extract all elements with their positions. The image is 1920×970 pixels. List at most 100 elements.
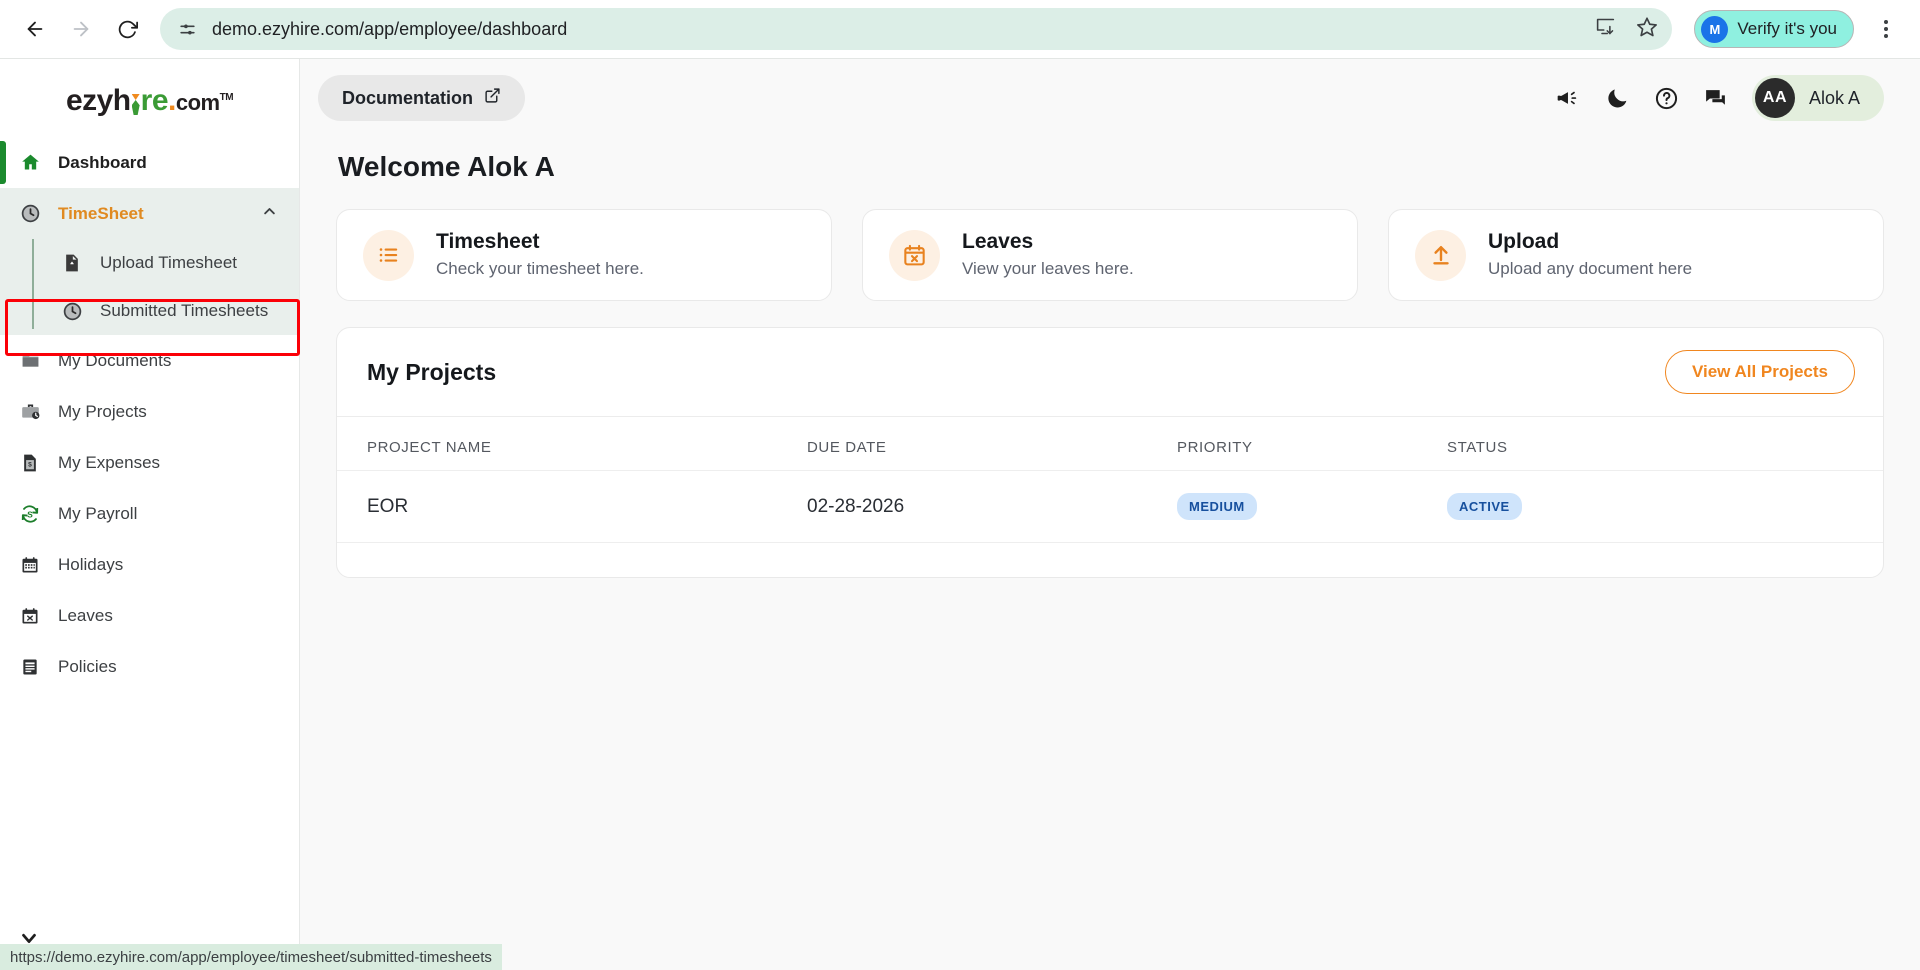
card-leaves[interactable]: Leaves View your leaves here. bbox=[862, 209, 1358, 301]
sidebar-item-my-payroll[interactable]: S My Payroll bbox=[0, 488, 299, 539]
sidebar-item-my-expenses[interactable]: $ My Expenses bbox=[0, 437, 299, 488]
status-url-text: https://demo.ezyhire.com/app/employee/ti… bbox=[10, 948, 492, 966]
sidebar-submenu-timesheet: Upload Timesheet Submitted Timesheets bbox=[0, 239, 299, 335]
verify-its-you-button[interactable]: M Verify it's you bbox=[1694, 10, 1854, 48]
folder-icon bbox=[18, 349, 42, 373]
browser-status-bar: https://demo.ezyhire.com/app/employee/ti… bbox=[0, 944, 502, 970]
avatar: AA bbox=[1754, 78, 1795, 118]
sidebar-item-label: My Expenses bbox=[58, 452, 161, 472]
user-name: Alok A bbox=[1808, 87, 1860, 108]
sidebar-item-leaves[interactable]: Leaves bbox=[0, 590, 299, 641]
sidebar-item-label: Leaves bbox=[58, 605, 113, 625]
sidebar-item-label: Policies bbox=[58, 656, 117, 676]
external-link-icon bbox=[484, 87, 501, 109]
moon-icon[interactable] bbox=[1605, 86, 1630, 111]
column-header-due-date: DUE DATE bbox=[807, 439, 887, 456]
card-timesheet[interactable]: Timesheet Check your timesheet here. bbox=[336, 209, 832, 301]
document-lines-icon bbox=[18, 655, 42, 679]
cell-status: ACTIVE bbox=[1447, 470, 1883, 543]
app-topbar: Documentation AA Alok A bbox=[300, 59, 1920, 137]
card-upload[interactable]: Upload Upload any document here bbox=[1388, 209, 1884, 301]
sidebar-item-upload-timesheet[interactable]: Upload Timesheet bbox=[0, 239, 299, 287]
install-app-icon[interactable] bbox=[1595, 16, 1616, 42]
sidebar-item-label: Submitted Timesheets bbox=[100, 301, 269, 321]
logo-part-2: re bbox=[140, 84, 169, 117]
card-subtitle: View your leaves here. bbox=[962, 258, 1134, 278]
back-button[interactable] bbox=[14, 8, 56, 50]
reload-button[interactable] bbox=[106, 8, 148, 50]
sidebar-item-label: Upload Timesheet bbox=[100, 253, 238, 273]
my-projects-panel: My Projects View All Projects PROJECT NA… bbox=[336, 327, 1884, 578]
upload-arrow-icon bbox=[1415, 229, 1466, 281]
help-circle-icon[interactable] bbox=[1654, 86, 1679, 111]
site-settings-icon[interactable] bbox=[174, 16, 200, 42]
card-subtitle: Check your timesheet here. bbox=[436, 258, 644, 278]
megaphone-icon[interactable] bbox=[1556, 86, 1581, 111]
svg-text:$: $ bbox=[28, 461, 32, 468]
receipt-dollar-icon: $ bbox=[18, 451, 42, 475]
logo-com: com bbox=[175, 90, 220, 115]
logo-part-1: ezyh bbox=[65, 84, 131, 117]
profile-avatar-icon: M bbox=[1701, 15, 1729, 43]
sidebar-item-label: Holidays bbox=[58, 554, 124, 574]
panel-title: My Projects bbox=[367, 358, 497, 385]
svg-text:S: S bbox=[27, 510, 33, 519]
sidebar-item-my-documents[interactable]: My Documents bbox=[0, 335, 299, 386]
url-text: demo.ezyhire.com/app/employee/dashboard bbox=[212, 18, 568, 39]
topbar-actions: AA Alok A bbox=[1556, 75, 1884, 121]
sidebar-item-submitted-timesheets[interactable]: Submitted Timesheets bbox=[0, 287, 299, 335]
sidebar-group-label: TimeSheet bbox=[58, 203, 144, 223]
sidebar: ezyh re. com TM Dashboard TimeSheet Uplo… bbox=[0, 59, 300, 970]
calendar-x-icon bbox=[18, 604, 42, 628]
address-bar[interactable]: demo.ezyhire.com/app/employee/dashboard bbox=[160, 8, 1673, 50]
sidebar-item-label: My Documents bbox=[58, 350, 172, 370]
chevron-up-icon[interactable] bbox=[262, 204, 277, 224]
page-title: Welcome Alok A bbox=[338, 151, 555, 182]
file-upload-icon bbox=[60, 251, 84, 275]
column-header-priority: PRIORITY bbox=[1177, 439, 1253, 456]
briefcase-clock-icon bbox=[18, 400, 42, 424]
sidebar-item-my-projects[interactable]: My Projects bbox=[0, 386, 299, 437]
table-body: EOR 02-28-2026 MEDIUM ACTIVE bbox=[337, 470, 1883, 543]
sidebar-nav: Dashboard TimeSheet Upload Timesheet Sub… bbox=[0, 137, 299, 692]
table-header: PROJECT NAME DUE DATE PRIORITY STATUS bbox=[337, 417, 1883, 471]
app-logo[interactable]: ezyh re. com TM bbox=[0, 59, 299, 137]
column-header-status: STATUS bbox=[1447, 439, 1508, 456]
user-menu[interactable]: AA Alok A bbox=[1751, 75, 1884, 121]
sidebar-item-policies[interactable]: Policies bbox=[0, 641, 299, 692]
sidebar-item-label: My Projects bbox=[58, 401, 147, 421]
app-shell: ezyh re. com TM Dashboard TimeSheet Uplo… bbox=[0, 58, 1920, 970]
reload-icon bbox=[118, 20, 138, 38]
home-icon bbox=[18, 151, 42, 175]
projects-table: PROJECT NAME DUE DATE PRIORITY STATUS EO… bbox=[337, 417, 1883, 543]
documentation-button[interactable]: Documentation bbox=[318, 75, 526, 121]
card-title: Leaves bbox=[962, 230, 1034, 254]
content-area: Welcome Alok A Timesheet Check your time… bbox=[300, 137, 1920, 578]
clock-icon bbox=[18, 202, 42, 226]
status-badge: ACTIVE bbox=[1447, 493, 1522, 520]
cell-priority: MEDIUM bbox=[1177, 470, 1447, 543]
sidebar-group-timesheet: TimeSheet Upload Timesheet Submitted Tim… bbox=[0, 188, 299, 335]
table-row[interactable]: EOR 02-28-2026 MEDIUM ACTIVE bbox=[337, 470, 1883, 543]
cell-project-name: EOR bbox=[337, 470, 807, 543]
panel-header: My Projects View All Projects bbox=[337, 328, 1883, 417]
chat-icon[interactable] bbox=[1703, 86, 1728, 111]
sidebar-item-dashboard[interactable]: Dashboard bbox=[0, 137, 299, 188]
forward-button[interactable] bbox=[60, 8, 102, 50]
view-all-projects-button[interactable]: View All Projects bbox=[1664, 350, 1855, 394]
three-dot-menu-icon[interactable] bbox=[1866, 9, 1906, 49]
main-content: Documentation AA Alok A Welcome Alok A T… bbox=[300, 59, 1920, 970]
sidebar-group-header-timesheet[interactable]: TimeSheet bbox=[0, 188, 299, 239]
calendar-x-icon bbox=[889, 229, 940, 281]
sidebar-item-holidays[interactable]: Holidays bbox=[0, 539, 299, 590]
card-title: Upload bbox=[1488, 230, 1560, 254]
logo-dot: . bbox=[168, 84, 176, 117]
forward-arrow-icon bbox=[73, 21, 89, 37]
browser-toolbar: demo.ezyhire.com/app/employee/dashboard … bbox=[0, 0, 1920, 58]
star-icon[interactable] bbox=[1636, 16, 1658, 43]
money-refresh-icon: S bbox=[18, 502, 42, 526]
back-arrow-icon bbox=[27, 21, 43, 37]
cell-due-date: 02-28-2026 bbox=[807, 470, 1177, 543]
logo-tm: TM bbox=[219, 92, 234, 103]
card-subtitle: Upload any document here bbox=[1488, 258, 1693, 278]
